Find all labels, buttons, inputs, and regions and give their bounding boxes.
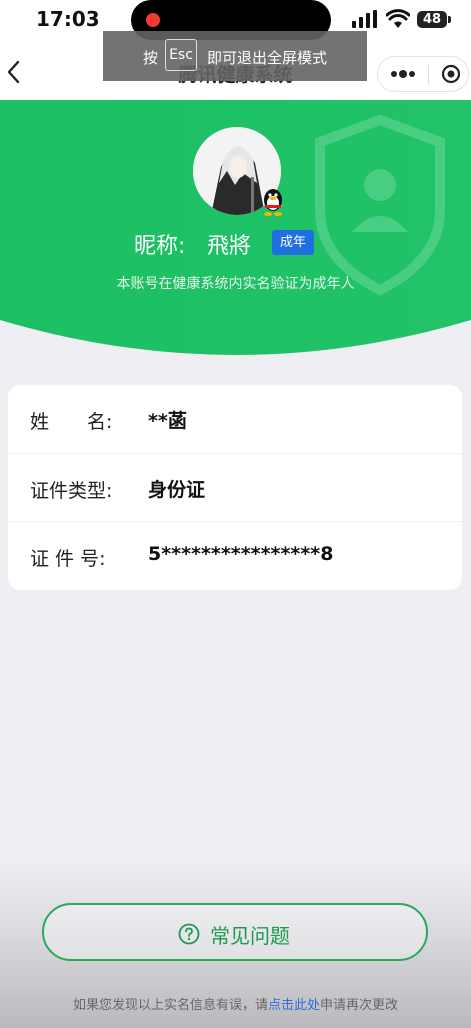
faq-label: 常见问题 bbox=[210, 924, 290, 948]
recording-indicator-icon bbox=[146, 13, 160, 27]
identity-info-card: 姓 名: **菡 证件类型: 身份证 证 件 号: 5*************… bbox=[8, 385, 462, 590]
miniprogram-capsule bbox=[377, 56, 469, 92]
esc-key-label: Esc bbox=[165, 39, 197, 71]
faq-button[interactable]: 常见问题 bbox=[42, 903, 428, 961]
correction-text-after: 申请再次更改 bbox=[320, 998, 399, 1013]
fullscreen-exit-hint: 按 Esc 即可退出全屏模式 bbox=[103, 31, 367, 81]
info-row-name: 姓 名: **菡 bbox=[8, 385, 462, 453]
battery-tip bbox=[448, 16, 451, 23]
correction-notice: 如果您发现以上实名信息有误，请点击此处申请再次更改 bbox=[0, 994, 471, 1013]
adult-badge: 成年 bbox=[272, 230, 314, 255]
name-label: 姓 名: bbox=[30, 411, 113, 433]
qq-penguin-icon bbox=[264, 189, 282, 216]
question-circle-icon bbox=[178, 923, 200, 945]
close-miniprogram-icon[interactable] bbox=[441, 64, 461, 84]
id-number-label: 证 件 号: bbox=[30, 548, 106, 570]
info-row-id-type: 证件类型: 身份证 bbox=[8, 453, 462, 522]
correction-link[interactable]: 点击此处 bbox=[268, 998, 320, 1013]
battery-indicator: 48 bbox=[417, 11, 447, 28]
id-type-label: 证件类型: bbox=[30, 480, 113, 502]
verification-status-text: 本账号在健康系统内实名验证为成年人 bbox=[116, 276, 355, 292]
nickname-value: 飛將 bbox=[207, 234, 252, 259]
name-value: **菡 bbox=[148, 410, 187, 432]
wifi-icon bbox=[386, 9, 410, 28]
more-dots-icon[interactable] bbox=[390, 67, 416, 81]
id-number-value: 5****************8 bbox=[148, 543, 334, 565]
nickname-label: 昵称: bbox=[134, 234, 186, 259]
id-type-value: 身份证 bbox=[148, 479, 206, 501]
status-time: 17:03 bbox=[36, 7, 100, 31]
signal-icon bbox=[352, 10, 377, 28]
info-row-id-number: 证 件 号: 5****************8 bbox=[8, 521, 462, 590]
capsule-divider bbox=[428, 65, 429, 85]
correction-text-before: 如果您发现以上实名信息有误，请 bbox=[72, 998, 268, 1013]
esc-hint-prefix: 按 bbox=[143, 49, 159, 67]
esc-hint-suffix: 即可退出全屏模式 bbox=[207, 49, 328, 67]
